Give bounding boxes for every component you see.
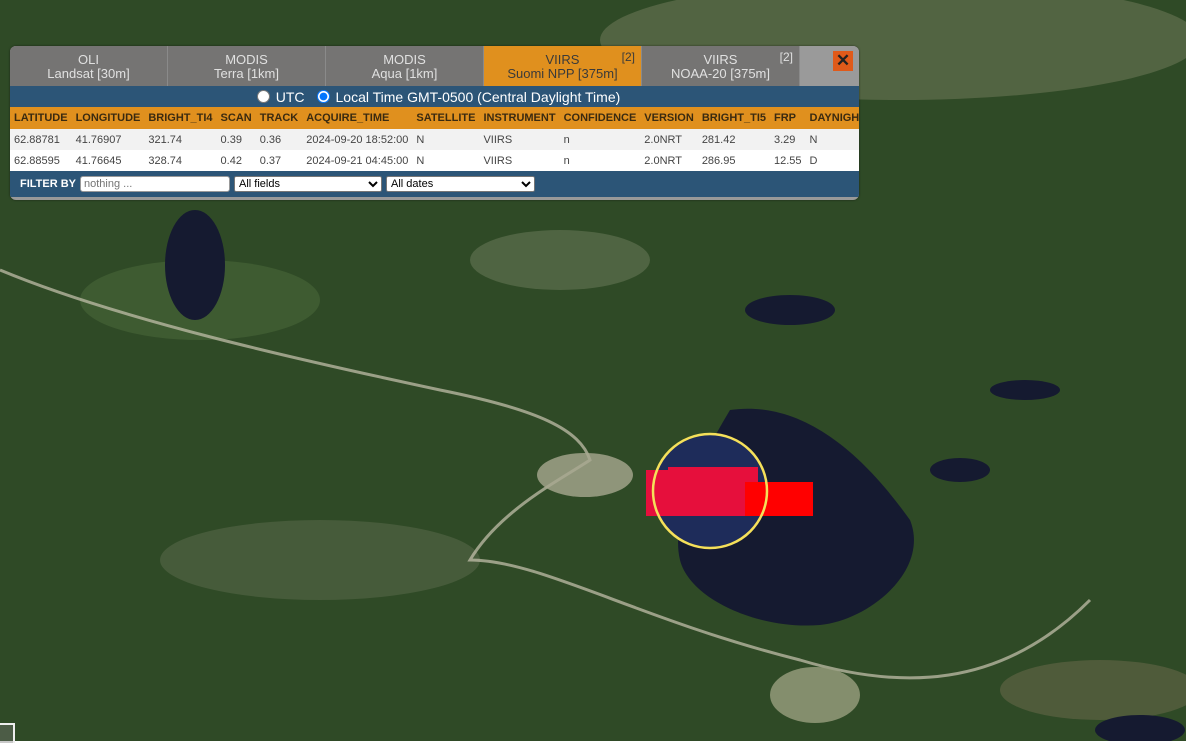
tab-subtitle: Terra [1km] [213,66,279,81]
map-corner-control[interactable] [0,723,15,743]
filter-label: FILTER BY [20,178,77,190]
filter-bar: FILTER BY All fields All dates [10,171,859,197]
column-header[interactable]: BRIGHT_TI4 [144,107,216,129]
tab-count-badge: [2] [621,50,635,64]
table-cell: N [416,154,425,167]
table-cell: 62.88781 [14,133,60,146]
column-header[interactable]: ACQUIRE_TIME [302,107,412,129]
column-header[interactable]: INSTRUMENT [479,107,559,129]
lake [990,380,1060,400]
table-row[interactable]: 62.88781 41.76907 321.74 0.39 0.36 2024-… [10,129,859,150]
tab-viirs-noaa20[interactable]: VIIRS NOAA-20 [375m] [2] [642,46,800,86]
table-cell: 12.55 [774,154,802,167]
tab-title: MODIS [383,52,426,67]
tab-modis-aqua[interactable]: MODIS Aqua [1km] [326,46,484,86]
table-cell: 41.76645 [75,154,122,167]
column-header[interactable]: CONFIDENCE [560,107,641,129]
clearing [537,453,633,497]
column-header[interactable]: BRIGHT_TI5 [698,107,770,129]
local-time-label: Local Time GMT-0500 (Central Daylight Ti… [335,88,621,105]
tab-subtitle: Suomi NPP [375m] [507,66,618,81]
tab-subtitle: Aqua [1km] [371,66,438,81]
column-header[interactable]: TRACK [256,107,303,129]
table-cell: D [809,154,818,167]
table-cell: 2.0NRT [644,154,682,167]
table-cell: 62.88595 [14,154,60,167]
fire-hotspot[interactable] [668,467,758,515]
tab-subtitle: NOAA-20 [375m] [671,66,770,81]
table-cell: 2024-09-20 18:52:00 [306,133,409,146]
table-cell: 281.42 [701,133,736,146]
table-header-row: LATITUDE LONGITUDE BRIGHT_TI4 SCAN TRACK… [10,107,859,129]
satellite-tabs: OLI Landsat [30m] MODIS Terra [1km] MODIS A… [10,46,859,86]
table-cell: 328.74 [148,154,183,167]
column-header[interactable]: SCAN [217,107,256,129]
close-button[interactable]: ✕ [833,51,853,71]
table-cell: VIIRS [483,154,513,167]
tab-subtitle: Landsat [30m] [47,66,130,81]
table-cell: 2.0NRT [644,133,682,146]
table-cell: 3.29 [774,133,796,146]
table-cell: 41.76907 [75,133,122,146]
column-header[interactable]: VERSION [640,107,698,129]
tab-title: MODIS [225,52,268,67]
tab-title: VIIRS [545,52,580,67]
table-cell: N [416,133,425,146]
lake [165,210,225,320]
lake [930,458,990,482]
lake [745,295,835,325]
close-icon: ✕ [835,51,851,70]
fire-data-table: LATITUDE LONGITUDE BRIGHT_TI4 SCAN TRACK… [10,107,859,171]
tab-count-badge: [2] [779,50,793,64]
table-cell: VIIRS [483,133,513,146]
table-cell: 0.37 [259,154,282,167]
table-cell: n [563,133,570,146]
tab-title: VIIRS [703,52,738,67]
tab-viirs-suomi-npp[interactable]: VIIRS Suomi NPP [375m] [2] [484,46,642,86]
column-header[interactable]: LATITUDE [10,107,72,129]
table-cell: 2024-09-21 04:45:00 [306,154,409,167]
table-cell: 321.74 [148,133,183,146]
clearing [770,667,860,723]
timezone-bar: UTC Local Time GMT-0500 (Central Dayligh… [10,86,859,107]
local-time-radio[interactable] [316,90,330,103]
column-header[interactable]: LONGITUDE [72,107,145,129]
tab-modis-terra[interactable]: MODIS Terra [1km] [168,46,326,86]
tab-title: OLI [78,52,99,67]
table-cell: 0.39 [220,133,242,146]
table-cell: N [809,133,818,146]
table-cell: n [563,154,570,167]
table-cell: 0.42 [220,154,242,167]
table-cell: 0.36 [259,133,282,146]
utc-label: UTC [275,88,305,105]
date-select[interactable]: All dates [386,176,536,192]
fire-hotspot[interactable] [745,482,813,516]
table-cell: 286.95 [701,154,736,167]
table-row[interactable]: 62.88595 41.76645 328.74 0.42 0.37 2024-… [10,150,859,171]
tab-oli-landsat[interactable]: OLI Landsat [30m] [10,46,168,86]
column-header[interactable]: SATELLITE [412,107,479,129]
utc-radio[interactable] [256,90,270,103]
fire-data-panel: OLI Landsat [30m] MODIS Terra [1km] MODIS A… [10,46,859,200]
filter-input[interactable] [80,176,231,192]
column-header[interactable]: FRP [770,107,806,129]
tab-spacer: ✕ [800,46,859,86]
column-header[interactable]: DAYNIGHT [806,107,859,129]
field-select[interactable]: All fields [234,176,383,192]
